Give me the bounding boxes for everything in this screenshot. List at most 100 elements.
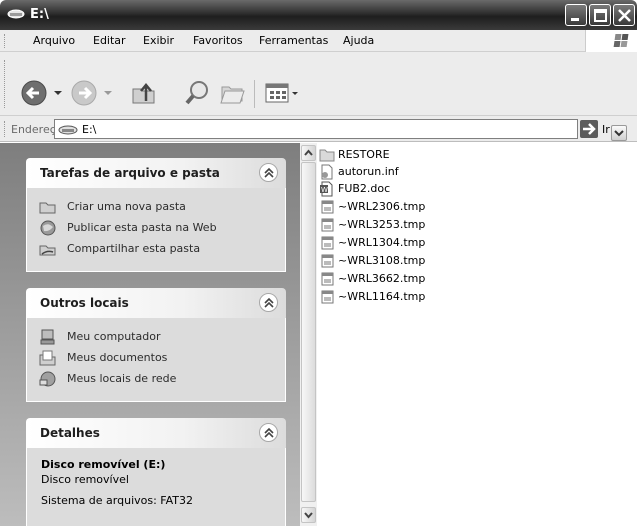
minimize-button[interactable] [565,4,587,26]
views-button[interactable] [264,79,304,110]
forward-icon [71,80,112,106]
window-title: E:\ [30,7,49,22]
new-folder-icon [39,202,56,214]
task-pane-scrollbar[interactable] [300,143,317,526]
standard-toolbar [0,52,637,116]
forward-button[interactable] [70,79,120,110]
inf-file-icon [321,164,333,180]
file-name: ~WRL1164.tmp [338,290,426,303]
details-collapse-button[interactable] [259,423,278,442]
chevron-up-icon [264,167,274,178]
details-filesystem: Sistema de arquivos: FAT32 [41,494,194,507]
address-bar: Endereço E:\ Ir [0,116,637,142]
minimize-icon [571,18,579,21]
details-type: Disco removível [41,473,129,486]
menu-ferramentas[interactable]: Ferramentas [259,34,328,47]
address-grip[interactable] [4,121,7,137]
tmp-file-icon [321,290,334,304]
tasks-panel-title: Tarefas de arquivo e pasta [40,166,220,180]
address-dropdown-button[interactable] [611,125,627,141]
file-name: ~WRL3662.tmp [338,272,426,285]
address-value: E:\ [82,123,97,136]
views-icon [265,83,298,103]
menu-arquivo[interactable]: Arquivo [33,34,75,47]
file-name: RESTORE [338,148,390,161]
svg-text:W: W [321,186,328,194]
go-button[interactable] [580,120,598,138]
go-arrow-icon [583,123,596,135]
file-name: FUB2.doc [338,182,391,195]
menu-grip[interactable] [4,34,7,48]
place-label: Meus documentos [67,351,168,364]
menu-favoritos[interactable]: Favoritos [193,34,243,47]
details-name: Disco removível (E:) [41,458,166,471]
other-places-collapse-button[interactable] [259,293,278,312]
toolbar-grip[interactable] [4,60,7,108]
publish-web-icon [40,220,56,236]
close-icon [618,9,631,22]
up-folder-icon [132,83,155,104]
menu-editar[interactable]: Editar [93,34,126,47]
details-panel: Detalhes Disco removível (E:) Disco remo… [26,418,286,526]
documents-icon [39,350,56,366]
tasks-panel-body: Criar uma nova pasta Publicar esta pasta… [26,188,286,272]
file-name: autorun.inf [338,165,399,178]
chevron-up-icon [264,427,274,438]
tasks-panel-header[interactable]: Tarefas de arquivo e pasta [26,158,286,188]
drive-icon [58,125,78,135]
back-icon [21,80,62,106]
scroll-up-button[interactable] [301,145,316,161]
tmp-file-icon [321,200,334,214]
task-label: Compartilhar esta pasta [67,242,201,255]
address-input[interactable]: E:\ [54,119,627,141]
menu-ajuda[interactable]: Ajuda [343,34,374,47]
file-name: ~WRL3253.tmp [338,218,426,231]
menu-bar: Arquivo Editar Exibir Favoritos Ferramen… [0,30,637,52]
windows-logo [585,30,637,52]
up-folder-button[interactable] [130,79,158,110]
other-places-panel-title: Outros locais [40,296,129,310]
maximize-button[interactable] [589,4,611,26]
chevron-down-icon [614,130,624,137]
place-label: Meu computador [67,330,161,343]
tasks-panel: Tarefas de arquivo e pasta Criar uma nov… [26,158,286,272]
file-name: ~WRL2306.tmp [338,200,426,213]
file-list[interactable]: RESTORE autorun.inf W FUB2.doc ~WRL2306.… [317,143,637,526]
search-icon [185,81,208,105]
network-icon [39,371,56,387]
maximize-icon [594,9,607,22]
title-bar[interactable]: E:\ [0,0,637,30]
other-places-panel-header[interactable]: Outros locais [26,288,286,318]
chevron-up-icon [264,297,274,308]
tasks-collapse-button[interactable] [259,163,278,182]
tmp-file-icon [321,272,334,286]
back-button[interactable] [20,79,70,110]
other-places-panel-body: Meu computador Meus documentos Meus loca… [26,318,286,402]
go-label[interactable]: Ir [602,123,610,136]
details-panel-body: Disco removível (E:) Disco removível Sis… [26,448,286,526]
menu-exibir[interactable]: Exibir [143,34,174,47]
chevron-down-icon [304,512,313,519]
scroll-thumb[interactable] [301,162,316,502]
scroll-down-button[interactable] [301,507,316,523]
file-name: ~WRL1304.tmp [338,236,426,249]
other-places-panel: Outros locais Meu computador Meus docume… [26,288,286,402]
share-folder-icon [39,245,56,256]
drive-icon [7,9,25,19]
place-label: Meus locais de rede [67,372,177,385]
folder-icon [319,149,335,162]
doc-file-icon: W [320,181,333,197]
task-pane: Tarefas de arquivo e pasta Criar uma nov… [0,143,300,526]
file-name: ~WRL3108.tmp [338,254,426,267]
chevron-up-icon [304,149,313,156]
folders-button[interactable] [218,79,246,110]
folders-icon [220,86,245,104]
tmp-file-icon [321,254,334,268]
details-panel-title: Detalhes [40,426,100,440]
close-button[interactable] [613,4,635,26]
details-panel-header[interactable]: Detalhes [26,418,286,448]
task-label: Criar uma nova pasta [67,200,186,213]
search-button[interactable] [183,79,211,110]
tmp-file-icon [321,236,334,250]
windows-flag-icon [613,34,629,47]
